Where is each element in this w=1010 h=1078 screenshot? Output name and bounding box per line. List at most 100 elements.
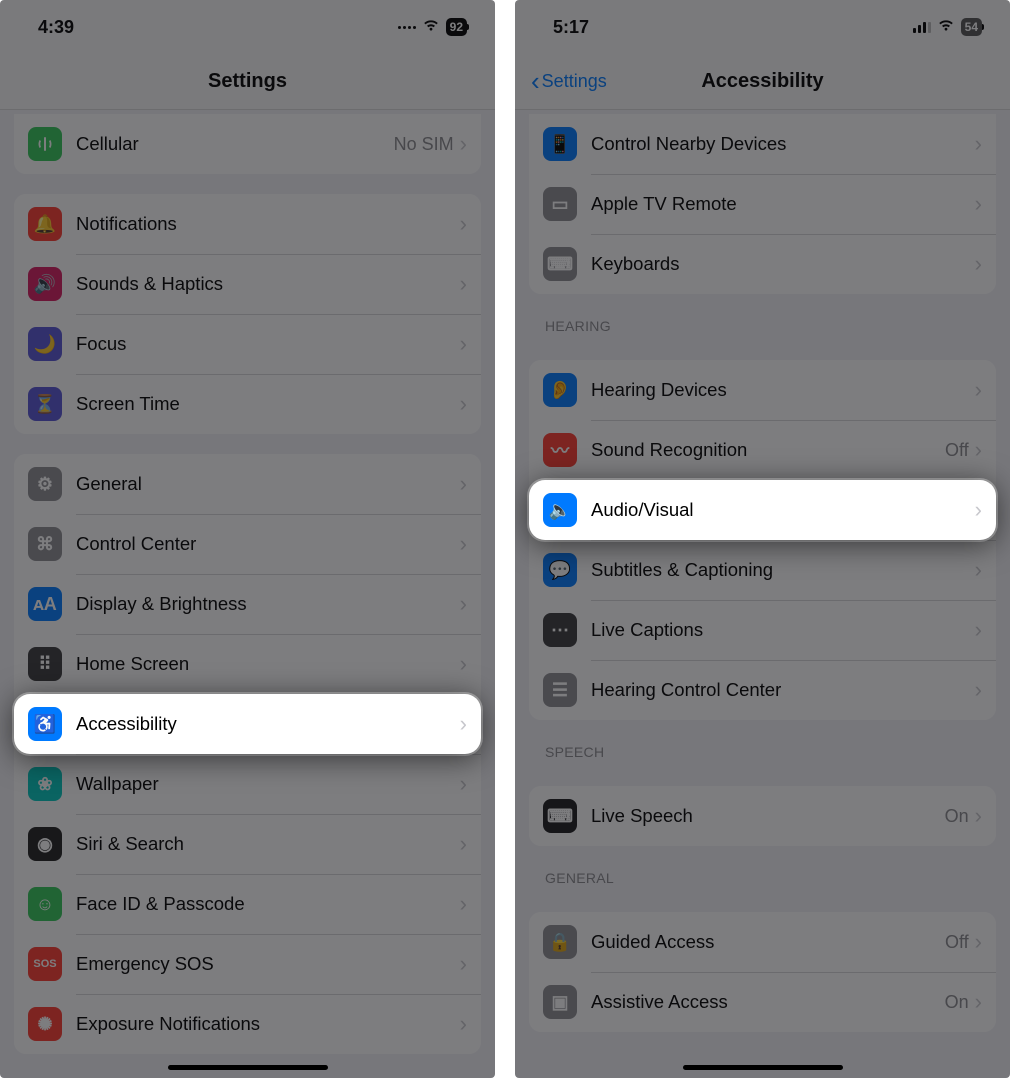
row-label: Emergency SOS: [76, 953, 460, 975]
accessibility-scroll[interactable]: 📱Control Nearby Devices›▭Apple TV Remote…: [515, 110, 1010, 1078]
control-nearby-devices-icon: 📱: [543, 127, 577, 161]
row-label: Focus: [76, 333, 460, 355]
row-label: Control Nearby Devices: [591, 133, 975, 155]
row-subtitles-captioning[interactable]: 💬Subtitles & Captioning›: [529, 540, 996, 600]
row-label: Exposure Notifications: [76, 1013, 460, 1035]
row-notifications[interactable]: 🔔 Notifications›: [14, 194, 481, 254]
row-sounds-haptics[interactable]: 🔊Sounds & Haptics›: [14, 254, 481, 314]
wifi-icon: [422, 18, 440, 37]
accessibility-icon: ♿: [28, 707, 62, 741]
chevron-right-icon: ›: [975, 377, 982, 403]
sound-recognition-icon: 〰: [543, 433, 577, 467]
row-label: Live Captions: [591, 619, 975, 641]
row-label: Notifications: [76, 213, 460, 235]
row-detail: On: [945, 806, 969, 827]
chevron-right-icon: ›: [975, 617, 982, 643]
emergency-sos-icon: SOS: [28, 947, 62, 981]
wallpaper-icon: ❀: [28, 767, 62, 801]
row-label: Display & Brightness: [76, 593, 460, 615]
assistive-access-icon: ▣: [543, 985, 577, 1019]
chevron-right-icon: ›: [460, 771, 467, 797]
status-bar: 5:17 54: [515, 0, 1010, 54]
row-assistive-access[interactable]: ▣Assistive AccessOn›: [529, 972, 996, 1032]
row-keyboards[interactable]: ⌨Keyboards›: [529, 234, 996, 294]
keyboards-icon: ⌨: [543, 247, 577, 281]
screen-time-icon: ⏳: [28, 387, 62, 421]
page-title: Settings: [208, 70, 287, 93]
page-title: Accessibility: [701, 70, 823, 93]
chevron-right-icon: ›: [460, 331, 467, 357]
back-button[interactable]: ‹ Settings: [531, 66, 607, 97]
status-bar: 4:39 92: [0, 0, 495, 54]
row-audio-visual[interactable]: 🔈Audio/Visual›: [529, 480, 996, 540]
chevron-right-icon: ›: [460, 831, 467, 857]
row-exposure-notifications[interactable]: ✺Exposure Notifications›: [14, 994, 481, 1054]
row-display-brightness[interactable]: ᴀADisplay & Brightness›: [14, 574, 481, 634]
chevron-left-icon: ‹: [531, 66, 540, 97]
row-label: Apple TV Remote: [591, 193, 975, 215]
row-label: Hearing Devices: [591, 379, 975, 401]
row-cellular[interactable]: Cellular No SIM ›: [14, 114, 481, 174]
back-label: Settings: [542, 71, 607, 92]
row-face-id-passcode[interactable]: ☺Face ID & Passcode›: [14, 874, 481, 934]
sounds-haptics-icon: 🔊: [28, 267, 62, 301]
row-accessibility[interactable]: ♿Accessibility›: [14, 694, 481, 754]
section-header-hearing: Hearing: [515, 294, 1010, 340]
section-header-general: General: [515, 846, 1010, 892]
row-home-screen[interactable]: ⠿Home Screen›: [14, 634, 481, 694]
row-live-speech[interactable]: ⌨ Live SpeechOn ›: [529, 786, 996, 846]
cellular-icon: [28, 127, 62, 161]
row-sound-recognition[interactable]: 〰Sound RecognitionOff›: [529, 420, 996, 480]
nav-header: ‹ Settings Accessibility: [515, 54, 1010, 110]
row-general[interactable]: ⚙General›: [14, 454, 481, 514]
home-indicator[interactable]: [683, 1065, 843, 1070]
row-siri-search[interactable]: ◉Siri & Search›: [14, 814, 481, 874]
cellular-bars-icon: [913, 21, 931, 33]
row-guided-access[interactable]: 🔒Guided AccessOff›: [529, 912, 996, 972]
row-screen-time[interactable]: ⏳Screen Time›: [14, 374, 481, 434]
row-apple-tv-remote[interactable]: ▭Apple TV Remote›: [529, 174, 996, 234]
row-label: Live Speech: [591, 805, 945, 827]
chevron-right-icon: ›: [975, 803, 982, 829]
row-hearing-devices[interactable]: 👂 Hearing Devices›: [529, 360, 996, 420]
row-label: Wallpaper: [76, 773, 460, 795]
chevron-right-icon: ›: [460, 391, 467, 417]
status-time: 5:17: [553, 17, 589, 38]
audio-visual-icon: 🔈: [543, 493, 577, 527]
wifi-icon: [937, 18, 955, 37]
status-time: 4:39: [38, 17, 74, 38]
chevron-right-icon: ›: [975, 191, 982, 217]
row-label: Control Center: [76, 533, 460, 555]
row-hearing-control-center[interactable]: ☰Hearing Control Center›: [529, 660, 996, 720]
chevron-right-icon: ›: [975, 989, 982, 1015]
row-label: Cellular: [76, 133, 394, 155]
row-live-captions[interactable]: ⋯Live Captions›: [529, 600, 996, 660]
row-label: Guided Access: [591, 931, 945, 953]
chevron-right-icon: ›: [460, 471, 467, 497]
row-label: General: [76, 473, 460, 495]
subtitles-captioning-icon: 💬: [543, 553, 577, 587]
row-control-nearby-devices[interactable]: 📱Control Nearby Devices›: [529, 114, 996, 174]
chevron-right-icon: ›: [460, 651, 467, 677]
settings-scroll[interactable]: Cellular No SIM › 🔔Notifications›🔊Sounds…: [0, 110, 495, 1078]
home-indicator[interactable]: [168, 1065, 328, 1070]
row-emergency-sos[interactable]: SOSEmergency SOS›: [14, 934, 481, 994]
row-detail: No SIM: [394, 134, 454, 155]
row-control-center[interactable]: ⌘Control Center›: [14, 514, 481, 574]
row-detail: Off: [945, 932, 969, 953]
home-screen-icon: ⠿: [28, 647, 62, 681]
row-wallpaper[interactable]: ❀ Wallpaper›: [14, 754, 481, 814]
battery-indicator: 92: [446, 18, 467, 36]
chevron-right-icon: ›: [460, 891, 467, 917]
chevron-right-icon: ›: [460, 591, 467, 617]
notifications-icon: 🔔: [28, 207, 62, 241]
chevron-right-icon: ›: [460, 211, 467, 237]
row-label: Sounds & Haptics: [76, 273, 460, 295]
row-label: Audio/Visual: [591, 499, 975, 521]
live-speech-icon: ⌨: [543, 799, 577, 833]
chevron-right-icon: ›: [975, 251, 982, 277]
row-focus[interactable]: 🌙Focus›: [14, 314, 481, 374]
hearing-devices-icon: 👂: [543, 373, 577, 407]
face-id-passcode-icon: ☺: [28, 887, 62, 921]
section-header-speech: Speech: [515, 720, 1010, 766]
